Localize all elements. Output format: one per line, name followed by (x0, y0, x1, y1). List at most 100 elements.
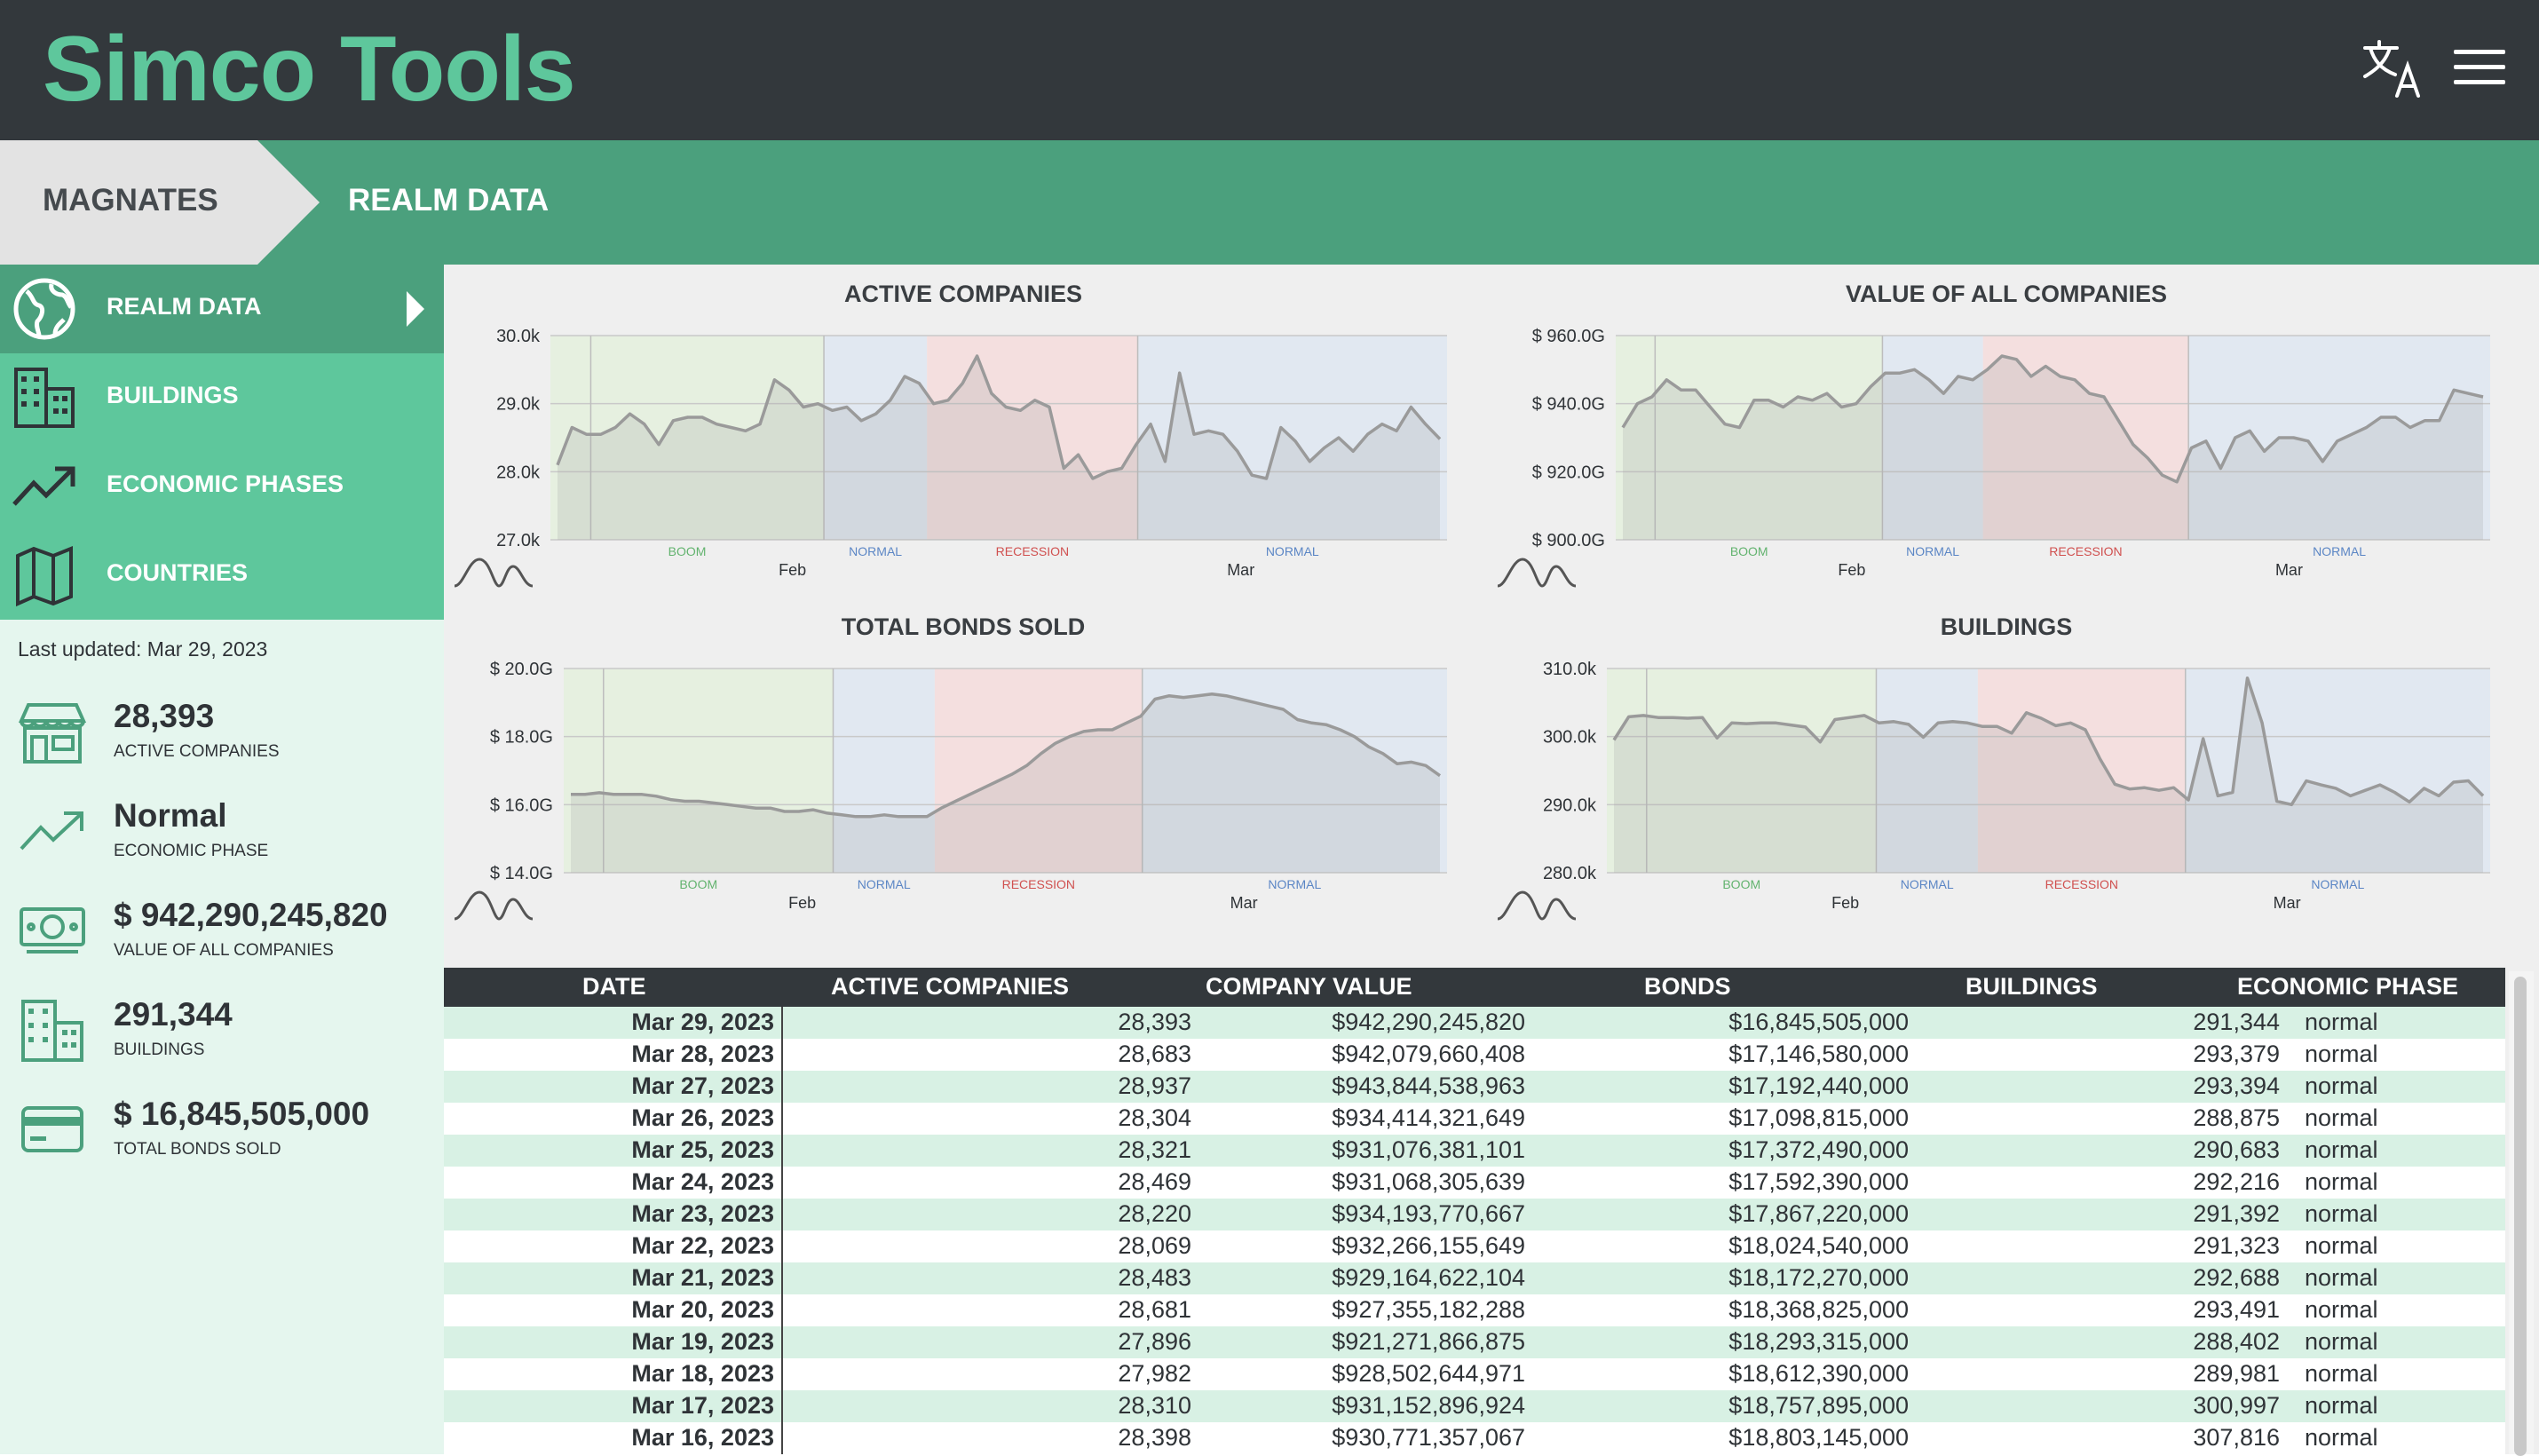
table-row[interactable]: Mar 25, 202328,321$931,076,381,101$17,37… (444, 1135, 2505, 1167)
scrollbar-thumb[interactable] (2514, 977, 2527, 1456)
map-icon (12, 543, 76, 607)
cell-active-companies: 28,304 (1118, 1104, 1191, 1132)
sidebar-item-label: REALM DATA (107, 293, 261, 320)
cell-buildings: 293,394 (2193, 1072, 2280, 1100)
credit-card-icon (18, 1097, 87, 1163)
column-header-economic-phase[interactable]: ECONOMIC PHASE (2237, 973, 2458, 1001)
distribution-icon[interactable] (455, 559, 533, 586)
table-row[interactable]: Mar 26, 202328,304$934,414,321,649$17,09… (444, 1103, 2505, 1135)
y-tick-label: 290.0k (1543, 795, 1597, 815)
table-row[interactable]: Mar 22, 202328,069$932,266,155,649$18,02… (444, 1230, 2505, 1262)
cell-date: Mar 28, 2023 (631, 1041, 774, 1068)
phase-label-recession: RECESSION (2045, 877, 2118, 891)
breadcrumb-item-magnates[interactable]: MAGNATES (0, 140, 320, 265)
hamburger-menu-icon[interactable] (2454, 50, 2505, 85)
stat-label: ACTIVE COMPANIES (114, 742, 280, 762)
cell-economic-phase: normal (2305, 1009, 2378, 1036)
sidebar-item-buildings[interactable]: BUILDINGS (0, 353, 444, 442)
cell-company-value: $934,414,321,649 (1332, 1104, 1525, 1132)
cell-buildings: 292,688 (2193, 1264, 2280, 1292)
phase-label-normal: NORMAL (1268, 877, 1321, 891)
cell-company-value: $943,844,538,963 (1332, 1072, 1525, 1100)
table-row[interactable]: Mar 19, 202327,896$921,271,866,875$18,29… (444, 1326, 2505, 1358)
table-row[interactable]: Mar 29, 202328,393$942,290,245,820$16,84… (444, 1007, 2505, 1039)
stat-economic-phase: Normal ECONOMIC PHASE (0, 790, 444, 879)
cell-economic-phase: normal (2305, 1328, 2378, 1356)
translate-icon[interactable] (2361, 39, 2424, 99)
x-tick-label: Feb (1838, 561, 1865, 579)
cell-buildings: 300,997 (2193, 1392, 2280, 1420)
x-tick-label: Feb (779, 561, 806, 579)
cell-bonds: $17,098,815,000 (1728, 1104, 1909, 1132)
cell-date: Mar 21, 2023 (631, 1264, 774, 1292)
cell-bonds: $17,192,440,000 (1728, 1072, 1909, 1100)
chart-bonds-sold: TOTAL BONDS SOLD BOOM NORMAL RECESSION NORMA… (444, 606, 1483, 935)
table-row[interactable]: Mar 24, 202328,469$931,068,305,639$17,59… (444, 1167, 2505, 1199)
y-tick-label: 29.0k (496, 395, 541, 415)
store-icon (18, 700, 87, 765)
cell-economic-phase: normal (2305, 1296, 2378, 1324)
stat-company-value: $ 942,290,245,820 VALUE OF ALL COMPANIES (0, 890, 444, 978)
cell-bonds: $17,372,490,000 (1728, 1136, 1909, 1164)
y-tick-label: 28.0k (496, 463, 541, 482)
cell-active-companies: 28,393 (1118, 1009, 1191, 1036)
globe-icon (12, 277, 76, 341)
phase-label-boom: BOOM (679, 877, 717, 891)
cell-date: Mar 25, 2023 (631, 1136, 774, 1164)
cell-company-value: $942,290,245,820 (1332, 1009, 1525, 1036)
distribution-icon[interactable] (1498, 559, 1576, 586)
table-row[interactable]: Mar 17, 202328,310$931,152,896,924$18,75… (444, 1390, 2505, 1422)
stat-value: $ 16,845,505,000 (114, 1096, 369, 1133)
sidebar-item-economic-phases[interactable]: ECONOMIC PHASES (0, 442, 444, 531)
chart-title: BUILDINGS (1941, 613, 2073, 640)
chart-title: VALUE OF ALL COMPANIES (1846, 281, 2167, 307)
phase-label-normal: NORMAL (2313, 544, 2366, 558)
table-row[interactable]: Mar 20, 202328,681$927,355,182,288$18,36… (444, 1294, 2505, 1326)
column-header-active-companies[interactable]: ACTIVE COMPANIES (831, 973, 1069, 1001)
stat-buildings: 291,344 BUILDINGS (0, 989, 444, 1078)
cell-buildings: 291,392 (2193, 1200, 2280, 1228)
column-header-date[interactable]: DATE (582, 973, 646, 1001)
distribution-icon[interactable] (1498, 892, 1576, 919)
distribution-icon[interactable] (455, 892, 533, 919)
cell-bonds: $17,867,220,000 (1728, 1200, 1909, 1228)
cell-company-value: $921,271,866,875 (1332, 1328, 1525, 1356)
table-row[interactable]: Mar 23, 202328,220$934,193,770,667$17,86… (444, 1199, 2505, 1230)
table-scrollbar[interactable] (2509, 971, 2534, 1454)
y-tick-label: $ 16.0G (490, 795, 553, 815)
cell-bonds: $18,172,270,000 (1728, 1264, 1909, 1292)
app-logo[interactable]: Simco Tools (43, 12, 575, 126)
sidebar-item-countries[interactable]: COUNTRIES (0, 531, 444, 620)
table-row[interactable]: Mar 16, 202328,398$930,771,357,067$18,80… (444, 1422, 2505, 1454)
cell-date: Mar 23, 2023 (631, 1200, 774, 1228)
cell-active-companies: 28,681 (1118, 1296, 1191, 1324)
cell-economic-phase: normal (2305, 1424, 2378, 1452)
table-row[interactable]: Mar 18, 202327,982$928,502,644,971$18,61… (444, 1358, 2505, 1390)
y-tick-label: $ 18.0G (490, 728, 553, 748)
cell-economic-phase: normal (2305, 1360, 2378, 1388)
table-row[interactable]: Mar 21, 202328,483$929,164,622,104$18,17… (444, 1262, 2505, 1294)
cell-date: Mar 22, 2023 (631, 1232, 774, 1260)
cell-date: Mar 17, 2023 (631, 1392, 774, 1420)
cell-company-value: $934,193,770,667 (1332, 1200, 1525, 1228)
phase-label-boom: BOOM (1730, 544, 1768, 558)
cell-economic-phase: normal (2305, 1264, 2378, 1292)
stat-bonds-sold: $ 16,845,505,000 TOTAL BONDS SOLD (0, 1088, 444, 1177)
phase-label-recession: RECESSION (2049, 544, 2122, 558)
sidebar-item-realm-data[interactable]: REALM DATA (0, 265, 444, 353)
x-tick-label: Mar (2275, 561, 2303, 579)
phase-label-normal: NORMAL (858, 877, 911, 891)
phase-label-recession: RECESSION (1002, 877, 1075, 891)
phase-label-recession: RECESSION (996, 544, 1069, 558)
cell-economic-phase: normal (2305, 1168, 2378, 1196)
cell-active-companies: 28,683 (1118, 1041, 1191, 1068)
y-tick-label: $ 14.0G (490, 864, 553, 883)
column-header-buildings[interactable]: BUILDINGS (1966, 973, 2098, 1001)
chart-title: TOTAL BONDS SOLD (842, 613, 1086, 640)
cell-active-companies: 28,469 (1118, 1168, 1191, 1196)
table-row[interactable]: Mar 28, 202328,683$942,079,660,408$17,14… (444, 1039, 2505, 1071)
cell-date: Mar 29, 2023 (631, 1009, 774, 1036)
column-header-bonds[interactable]: BONDS (1644, 973, 1731, 1001)
column-header-company-value[interactable]: COMPANY VALUE (1206, 973, 1412, 1001)
table-row[interactable]: Mar 27, 202328,937$943,844,538,963$17,19… (444, 1071, 2505, 1103)
